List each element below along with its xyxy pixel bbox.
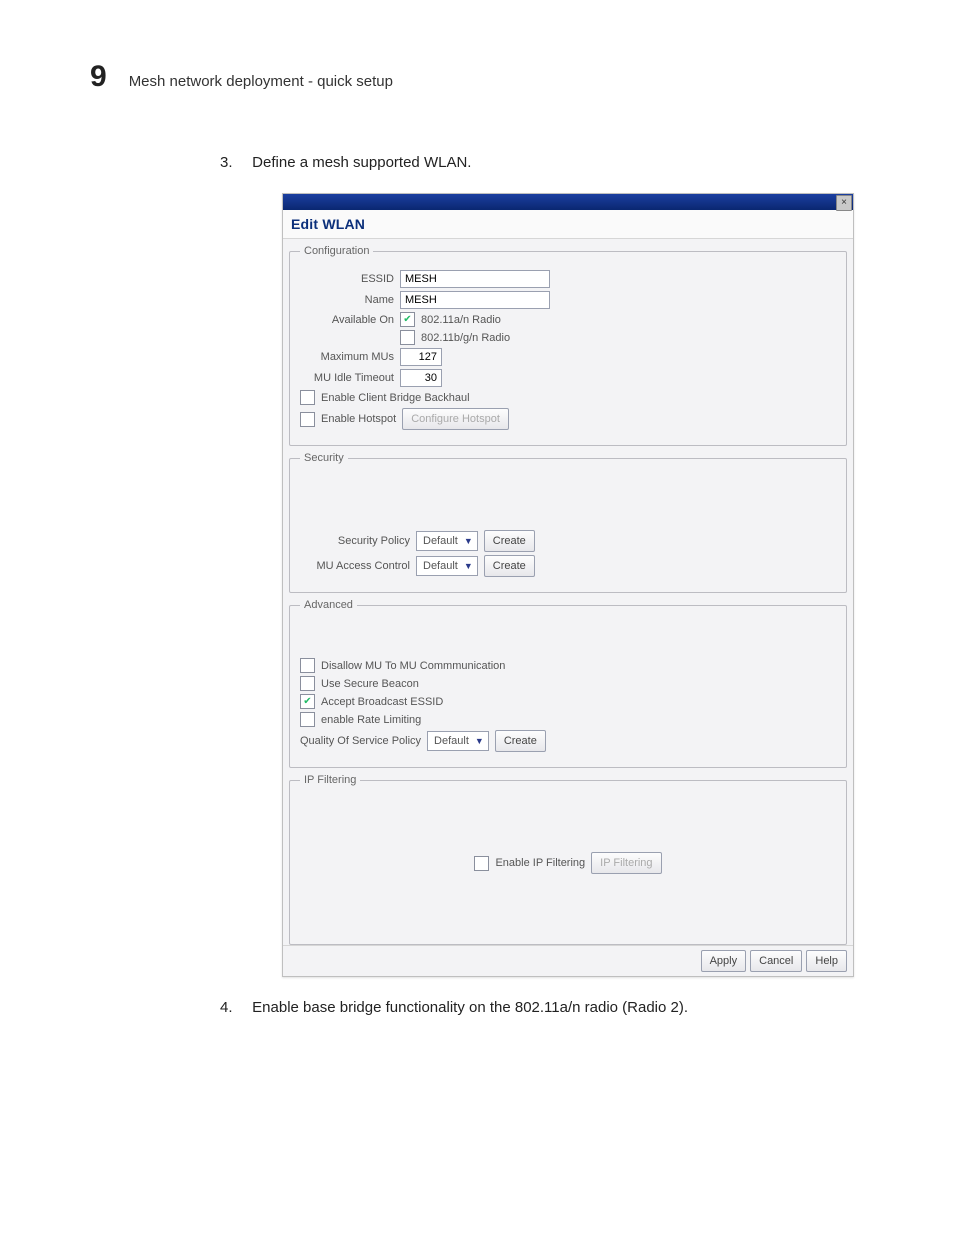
section-number: 9 <box>90 60 107 94</box>
edit-wlan-window: × Edit WLAN Configuration ESSID Name Ava… <box>282 193 854 977</box>
mu-access-control-label: MU Access Control <box>300 560 410 572</box>
enable-hotspot-checkbox[interactable] <box>300 412 315 427</box>
advanced-group: Advanced Disallow MU To MU Commmunicatio… <box>289 599 847 768</box>
enable-backhaul-checkbox[interactable] <box>300 390 315 405</box>
enable-hotspot-label: Enable Hotspot <box>321 413 396 425</box>
page-header: 9 Mesh network deployment - quick setup <box>90 60 904 94</box>
radio-a-label: 802.11a/n Radio <box>421 314 501 326</box>
secure-beacon-checkbox[interactable] <box>300 676 315 691</box>
titlebar: × <box>283 194 853 210</box>
enable-backhaul-label: Enable Client Bridge Backhaul <box>321 392 470 404</box>
security-policy-create-button[interactable]: Create <box>484 530 535 552</box>
chevron-down-icon: ▼ <box>475 736 484 746</box>
chevron-down-icon: ▼ <box>464 536 473 546</box>
name-label: Name <box>300 294 394 306</box>
section-title: Mesh network deployment - quick setup <box>129 73 393 90</box>
security-policy-select[interactable]: Default ▼ <box>416 531 478 551</box>
configuration-group: Configuration ESSID Name Available On 80… <box>289 245 847 446</box>
step-3: 3. Define a mesh supported WLAN. <box>220 154 904 171</box>
apply-button[interactable]: Apply <box>701 950 747 972</box>
max-mus-field[interactable] <box>400 348 442 366</box>
security-legend: Security <box>300 452 348 464</box>
security-policy-label: Security Policy <box>300 535 410 547</box>
idle-timeout-field[interactable] <box>400 369 442 387</box>
available-on-label: Available On <box>300 314 394 326</box>
step-4: 4. Enable base bridge functionality on t… <box>220 999 904 1016</box>
close-icon[interactable]: × <box>836 195 852 211</box>
configuration-legend: Configuration <box>300 245 373 257</box>
disallow-mu-label: Disallow MU To MU Commmunication <box>321 660 505 672</box>
window-title: Edit WLAN <box>283 210 853 239</box>
name-field[interactable] <box>400 291 550 309</box>
radio-bgn-checkbox[interactable] <box>400 330 415 345</box>
max-mus-label: Maximum MUs <box>300 351 394 363</box>
step-text: Define a mesh supported WLAN. <box>252 154 471 171</box>
configure-hotspot-button[interactable]: Configure Hotspot <box>402 408 509 430</box>
idle-timeout-label: MU Idle Timeout <box>300 372 394 384</box>
accept-broadcast-essid-label: Accept Broadcast ESSID <box>321 696 443 708</box>
accept-broadcast-essid-checkbox[interactable] <box>300 694 315 709</box>
advanced-legend: Advanced <box>300 599 357 611</box>
ip-filtering-legend: IP Filtering <box>300 774 360 786</box>
mu-access-control-create-button[interactable]: Create <box>484 555 535 577</box>
cancel-button[interactable]: Cancel <box>750 950 802 972</box>
window-footer: Apply Cancel Help <box>283 945 853 976</box>
enable-ip-filtering-label: Enable IP Filtering <box>495 857 585 869</box>
security-group: Security Security Policy Default ▼ Creat… <box>289 452 847 593</box>
qos-policy-select[interactable]: Default ▼ <box>427 731 489 751</box>
rate-limiting-label: enable Rate Limiting <box>321 714 421 726</box>
qos-policy-label: Quality Of Service Policy <box>300 735 421 747</box>
qos-create-button[interactable]: Create <box>495 730 546 752</box>
radio-bgn-label: 802.11b/g/n Radio <box>421 332 510 344</box>
step-text: Enable base bridge functionality on the … <box>252 999 688 1016</box>
chevron-down-icon: ▼ <box>464 561 473 571</box>
enable-ip-filtering-checkbox[interactable] <box>474 856 489 871</box>
radio-a-checkbox[interactable] <box>400 312 415 327</box>
ip-filtering-group: IP Filtering Enable IP Filtering IP Filt… <box>289 774 847 945</box>
help-button[interactable]: Help <box>806 950 847 972</box>
rate-limiting-checkbox[interactable] <box>300 712 315 727</box>
secure-beacon-label: Use Secure Beacon <box>321 678 419 690</box>
disallow-mu-checkbox[interactable] <box>300 658 315 673</box>
essid-label: ESSID <box>300 273 394 285</box>
step-number: 4. <box>220 999 248 1016</box>
step-number: 3. <box>220 154 248 171</box>
essid-field[interactable] <box>400 270 550 288</box>
ip-filtering-button[interactable]: IP Filtering <box>591 852 661 874</box>
mu-access-control-select[interactable]: Default ▼ <box>416 556 478 576</box>
